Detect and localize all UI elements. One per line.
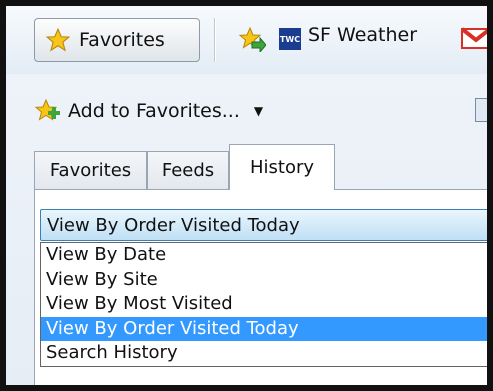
sf-weather-link[interactable]: SF Weather (308, 24, 417, 46)
chevron-down-icon: ▼ (253, 104, 264, 118)
add-to-favorites-button[interactable]: Add to Favorites... ▼ (34, 98, 263, 124)
option-view-by-most-visited[interactable]: View By Most Visited (41, 292, 487, 317)
option-view-by-site[interactable]: View By Site (41, 268, 487, 293)
favorites-bar: Favorites TWC SF Weather (6, 6, 487, 75)
tab-history[interactable]: History (229, 144, 335, 190)
option-view-by-date[interactable]: View By Date (41, 243, 487, 268)
tab-feeds[interactable]: Feeds (147, 151, 229, 189)
tab-favorites[interactable]: Favorites (34, 151, 147, 189)
option-view-by-order-visited-today[interactable]: View By Order Visited Today (41, 316, 487, 341)
browser-window: Favorites TWC SF Weather Add to Favorite… (0, 0, 493, 391)
favorites-button-label: Favorites (79, 29, 165, 51)
toolbar-separator (214, 18, 216, 62)
pin-panel-icon[interactable] (475, 98, 487, 122)
option-search-history[interactable]: Search History (41, 341, 487, 366)
history-view-select[interactable]: View By Order Visited Today ▼ (40, 209, 493, 241)
add-to-favorites-label: Add to Favorites... (68, 100, 240, 122)
twc-favicon: TWC (279, 28, 301, 50)
add-to-favorites-bar-button[interactable] (238, 26, 267, 56)
tab-feeds-label: Feeds (161, 160, 215, 181)
history-view-selected: View By Order Visited Today (47, 214, 300, 236)
gmail-icon[interactable] (460, 26, 487, 54)
twc-badge: TWC (279, 34, 301, 44)
tab-history-label: History (249, 157, 315, 178)
star-add-icon (238, 26, 267, 54)
star-icon (45, 27, 71, 52)
favorites-button[interactable]: Favorites (34, 18, 200, 62)
tab-favorites-label: Favorites (49, 160, 132, 181)
history-view-options: View By Date View By Site View By Most V… (40, 242, 487, 367)
dropdown-arrow-icon[interactable]: ▼ (489, 216, 493, 232)
star-plus-icon (34, 98, 60, 121)
